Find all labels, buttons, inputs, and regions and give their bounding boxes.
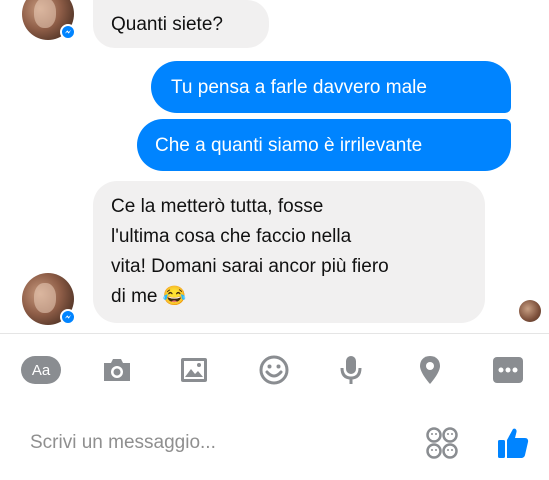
message-line: vita! Domani sarai ancor più fiero	[111, 256, 389, 277]
image-icon	[181, 358, 207, 382]
more-button[interactable]	[490, 352, 526, 388]
image-button[interactable]	[176, 352, 212, 388]
composer-toolbar: Aa	[0, 334, 549, 404]
message-line: l'ultima cosa che faccio nella	[111, 226, 352, 247]
location-button[interactable]	[412, 352, 448, 388]
seen-indicator-avatar	[519, 300, 541, 322]
message-text: Quanti siete?	[111, 13, 223, 35]
sticker-icon	[426, 427, 458, 459]
text-format-button[interactable]: Aa	[19, 352, 63, 388]
messenger-badge-icon	[60, 24, 76, 40]
text-format-icon: Aa	[21, 356, 61, 384]
message-text: Tu pensa a farle davvero male	[171, 76, 427, 98]
messenger-badge-icon	[60, 309, 76, 325]
thumbs-up-icon	[498, 428, 529, 458]
outgoing-message[interactable]: Tu pensa a farle davvero male	[151, 61, 511, 113]
microphone-button[interactable]	[333, 352, 369, 388]
camera-button[interactable]	[99, 352, 135, 388]
incoming-message[interactable]: Quanti siete?	[93, 0, 269, 48]
contact-avatar[interactable]	[22, 273, 76, 325]
incoming-message[interactable]: Ce la metterò tutta, fosse l'ultima cosa…	[93, 181, 485, 323]
message-line: di me 😂	[111, 286, 187, 307]
emoji-button[interactable]	[256, 352, 292, 388]
microphone-icon	[340, 356, 362, 384]
more-icon	[493, 357, 523, 383]
outgoing-message[interactable]: Che a quanti siamo è irrilevante	[137, 119, 511, 171]
like-button[interactable]	[492, 422, 534, 464]
conversation-area: Quanti siete? Tu pensa a farle davvero m…	[0, 0, 549, 333]
camera-icon	[104, 359, 130, 381]
composer-input-row	[0, 404, 549, 480]
location-pin-icon	[420, 356, 440, 384]
message-text: Che a quanti siamo è irrilevante	[155, 134, 423, 156]
contact-avatar[interactable]	[22, 0, 76, 40]
smiley-icon	[259, 355, 289, 385]
message-input[interactable]	[30, 426, 410, 460]
message-line: Ce la metterò tutta, fosse	[111, 196, 324, 217]
sticker-button[interactable]	[423, 424, 461, 462]
